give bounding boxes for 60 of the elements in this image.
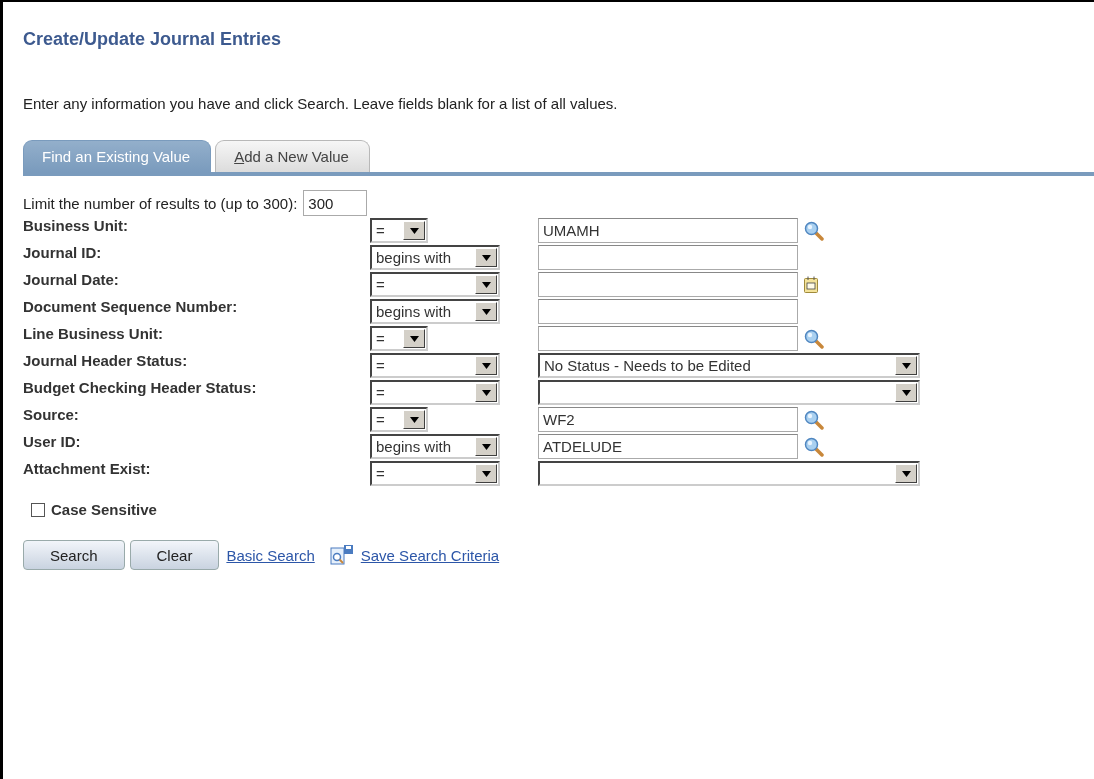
operator-dropdown[interactable]: begins with: [370, 299, 500, 324]
caret-icon[interactable]: [481, 254, 491, 261]
field-label: Journal Date:: [23, 271, 120, 290]
caret-icon[interactable]: [901, 389, 911, 396]
search-icon[interactable]: [804, 409, 824, 430]
calendar-icon[interactable]: [804, 276, 818, 293]
field-label: Source:: [23, 406, 80, 425]
field-label: Journal ID:: [23, 244, 103, 263]
input-field[interactable]: ATDELUDE: [538, 434, 798, 459]
search-icon[interactable]: [804, 436, 824, 457]
caret-icon[interactable]: [409, 335, 419, 342]
caret-icon[interactable]: [481, 443, 491, 450]
caret-icon[interactable]: [409, 416, 419, 423]
search-icon[interactable]: [804, 220, 824, 241]
field-label: Attachment Exist:: [23, 460, 152, 479]
instructions-text: Enter any information you have and click Search. Leave fields blank for a list of all values.: [23, 95, 619, 112]
input-field[interactable]: [538, 326, 798, 351]
caret-icon[interactable]: [481, 281, 491, 288]
operator-dropdown[interactable]: =: [370, 218, 428, 243]
caret-icon[interactable]: [409, 227, 419, 234]
operator-dropdown[interactable]: =: [370, 461, 500, 486]
date-field[interactable]: [538, 272, 798, 297]
field-label: Journal Header Status:: [23, 352, 189, 371]
checkbox[interactable]: [31, 502, 45, 517]
field-label: User ID:: [23, 433, 82, 452]
input-field[interactable]: [538, 245, 798, 270]
input-field[interactable]: UMAMH: [538, 218, 798, 243]
field-label: Budget Checking Header Status:: [23, 379, 258, 398]
checkbox-label: Case Sensitive: [51, 501, 157, 518]
value-dropdown[interactable]: No Status - Needs to be Edited: [538, 353, 920, 378]
operator-dropdown[interactable]: begins with: [370, 434, 500, 459]
field-label: Document Sequence Number:: [23, 298, 239, 317]
action-button[interactable]: Clear: [129, 540, 220, 570]
value-dropdown[interactable]: [538, 461, 920, 486]
operator-dropdown[interactable]: begins with: [370, 245, 500, 270]
caret-icon[interactable]: [901, 362, 911, 369]
value-dropdown[interactable]: [538, 380, 920, 405]
field-label: Business Unit:: [23, 217, 129, 236]
operator-dropdown[interactable]: =: [370, 326, 428, 351]
action-button[interactable]: Search: [23, 540, 125, 570]
caret-icon[interactable]: [901, 470, 911, 477]
input-field[interactable]: WF2: [538, 407, 798, 432]
link[interactable]: Save Search Criteria: [360, 546, 500, 564]
limit-label: Limit the number of results to (up to 300):: [23, 194, 298, 212]
operator-dropdown[interactable]: =: [370, 272, 500, 297]
limit-field[interactable]: 300: [303, 190, 368, 216]
input-field[interactable]: [538, 299, 798, 324]
operator-dropdown[interactable]: =: [370, 353, 500, 378]
caret-icon[interactable]: [481, 389, 491, 396]
caret-icon[interactable]: [481, 470, 491, 477]
tab[interactable]: Add a New Value: [215, 140, 370, 172]
page-title: Create/Update Journal Entries: [23, 28, 283, 50]
link[interactable]: Basic Search: [226, 546, 315, 564]
caret-icon[interactable]: [481, 362, 491, 369]
caret-icon[interactable]: [481, 308, 491, 315]
operator-dropdown[interactable]: =: [370, 407, 428, 432]
operator-dropdown[interactable]: =: [370, 380, 500, 405]
search-icon[interactable]: [804, 328, 824, 349]
field-label: Line Business Unit:: [23, 325, 165, 344]
save-search-icon[interactable]: [329, 544, 354, 566]
